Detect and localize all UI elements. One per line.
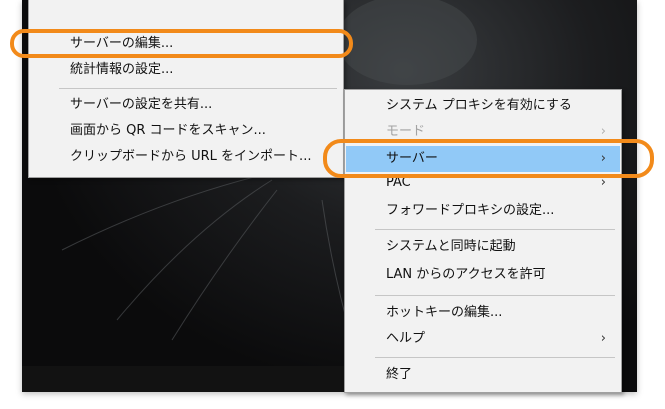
server-submenu: サーバーの編集... 統計情報の設定... サーバーの設定を共有... 画面から…: [28, 0, 344, 178]
menu-item-help[interactable]: ヘルプ ›: [346, 326, 620, 352]
menu-item-mode[interactable]: モード ›: [346, 119, 620, 145]
menu-separator: [375, 229, 615, 230]
menu-item-edit-servers[interactable]: サーバーの編集...: [30, 31, 342, 57]
chevron-right-icon: ›: [600, 124, 606, 139]
menu-item-label: 統計情報の設定...: [70, 62, 174, 77]
menu-item-scan-qr-code[interactable]: 画面から QR コードをスキャン...: [30, 118, 342, 144]
menu-item-edit-hotkeys[interactable]: ホットキーの編集...: [346, 300, 620, 326]
menu-separator: [375, 357, 615, 358]
menu-item-pac[interactable]: PAC ›: [346, 173, 620, 193]
menu-item-label: システムと同時に起動: [386, 239, 516, 254]
menu-item-enable-system-proxy[interactable]: システム プロキシを有効にする: [346, 93, 620, 119]
menu-item-import-url-from-clipboard[interactable]: クリップボードから URL をインポート...: [30, 144, 342, 170]
menu-separator: [375, 295, 615, 296]
tray-context-menu: システム プロキシを有効にする モード › サーバー › PAC › フォワード…: [344, 89, 622, 393]
taskbar: [22, 366, 364, 392]
menu-item-label: ヘルプ: [386, 331, 426, 346]
menu-item-label: フォワードプロキシの設定...: [386, 203, 555, 218]
menu-item-label: クリップボードから URL をインポート...: [70, 149, 312, 164]
menu-item-label: LAN からのアクセスを許可: [386, 267, 546, 282]
menu-item-exit[interactable]: 終了: [346, 362, 620, 388]
menu-item-statistics-settings[interactable]: 統計情報の設定...: [30, 57, 342, 83]
menu-item-label: サーバーの設定を共有...: [70, 97, 213, 112]
menu-item-label: システム プロキシを有効にする: [386, 98, 572, 113]
menu-item-label: 終了: [386, 367, 413, 382]
menu-item-label: モード: [386, 124, 426, 139]
menu-item-label: PAC: [386, 175, 411, 190]
menu-item-forward-proxy-settings[interactable]: フォワードプロキシの設定...: [346, 198, 620, 224]
screen: サーバーの編集... 統計情報の設定... サーバーの設定を共有... 画面から…: [0, 0, 665, 409]
menu-item-start-on-boot[interactable]: システムと同時に起動: [346, 234, 620, 260]
menu-item-share-server-config[interactable]: サーバーの設定を共有...: [30, 92, 342, 118]
menu-item-label: サーバー: [386, 151, 438, 166]
menu-item-allow-lan-access[interactable]: LAN からのアクセスを許可: [346, 262, 620, 288]
menu-item-label: ホットキーの編集...: [386, 305, 503, 320]
chevron-right-icon: ›: [600, 175, 606, 190]
menu-item-label: 画面から QR コードをスキャン...: [70, 123, 266, 138]
menu-item-servers[interactable]: サーバー ›: [346, 146, 620, 172]
menu-separator: [59, 88, 337, 89]
menu-item-label: サーバーの編集...: [70, 36, 174, 51]
chevron-right-icon: ›: [600, 151, 606, 166]
chevron-right-icon: ›: [600, 331, 606, 346]
